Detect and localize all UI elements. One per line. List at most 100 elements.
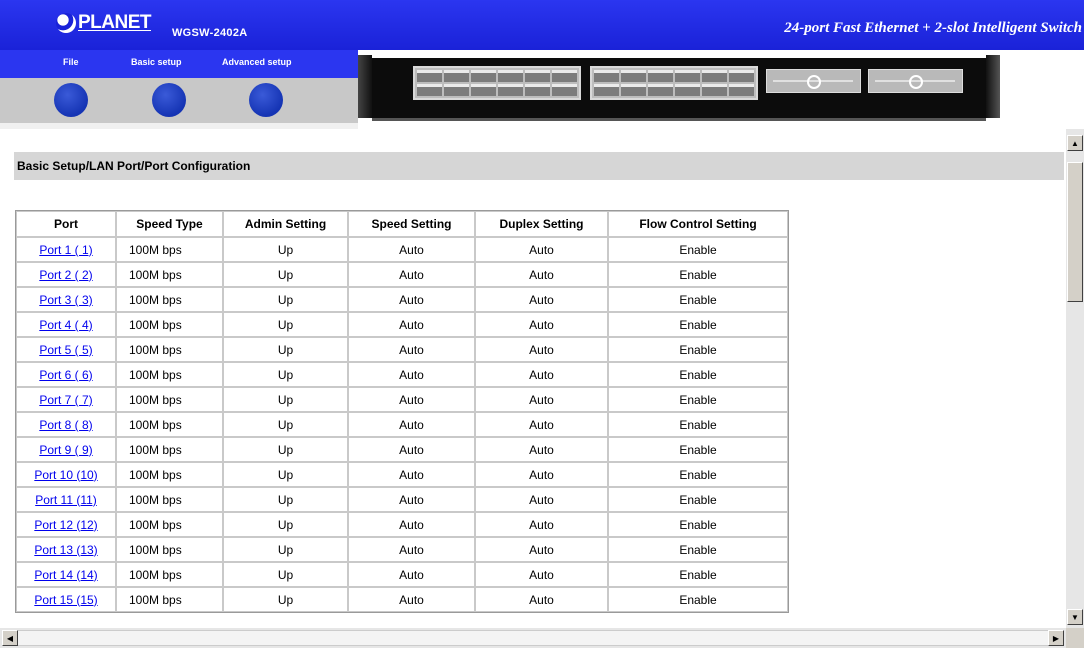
port-cell: Port 10 (10) xyxy=(16,462,116,487)
port-cell: Port 7 ( 7) xyxy=(16,387,116,412)
scroll-right-arrow-icon[interactable]: ▶ xyxy=(1048,630,1064,646)
table-row: Port 15 (15) 100M bps Up Auto Auto Enable xyxy=(16,587,788,612)
flow-control-cell: Enable xyxy=(608,312,788,337)
speed-setting-cell: Auto xyxy=(348,362,475,387)
duplex-setting-cell: Auto xyxy=(475,487,608,512)
panel-right-edge xyxy=(986,55,1000,118)
vertical-scrollbar[interactable]: ▲ ▼ xyxy=(1066,129,1084,628)
port-configuration-table: Port Speed Type Admin Setting Speed Sett… xyxy=(15,210,789,613)
port-link[interactable]: Port 7 ( 7) xyxy=(39,393,92,407)
menu-file-label[interactable]: File xyxy=(63,57,79,67)
port-link[interactable]: Port 2 ( 2) xyxy=(39,268,92,282)
table-row: Port 1 ( 1) 100M bps Up Auto Auto Enable xyxy=(16,237,788,262)
port-link[interactable]: Port 15 (15) xyxy=(34,593,97,607)
product-tagline: 24-port Fast Ethernet + 2-slot Intellige… xyxy=(784,20,1082,36)
duplex-setting-cell: Auto xyxy=(475,362,608,387)
column-header-speed-type: Speed Type xyxy=(116,211,223,237)
advanced-setup-menu-icon[interactable] xyxy=(249,83,283,117)
admin-setting-cell: Up xyxy=(223,462,348,487)
menu-advanced-setup-label[interactable]: Advanced setup xyxy=(222,57,292,67)
flow-control-cell: Enable xyxy=(608,412,788,437)
duplex-setting-cell: Auto xyxy=(475,462,608,487)
flow-control-cell: Enable xyxy=(608,437,788,462)
port-link[interactable]: Port 14 (14) xyxy=(34,568,97,582)
port-cell: Port 5 ( 5) xyxy=(16,337,116,362)
table-row: Port 13 (13) 100M bps Up Auto Auto Enable xyxy=(16,537,788,562)
flow-control-cell: Enable xyxy=(608,387,788,412)
admin-setting-cell: Up xyxy=(223,387,348,412)
port-link[interactable]: Port 4 ( 4) xyxy=(39,318,92,332)
vertical-scroll-thumb[interactable] xyxy=(1067,162,1083,302)
port-link[interactable]: Port 10 (10) xyxy=(34,468,97,482)
speed-setting-cell: Auto xyxy=(348,487,475,512)
port-cell: Port 8 ( 8) xyxy=(16,412,116,437)
admin-setting-cell: Up xyxy=(223,337,348,362)
column-header-flow-control-setting: Flow Control Setting xyxy=(608,211,788,237)
flow-control-cell: Enable xyxy=(608,462,788,487)
port-link[interactable]: Port 12 (12) xyxy=(34,518,97,532)
column-header-speed-setting: Speed Setting xyxy=(348,211,475,237)
speed-type-cell: 100M bps xyxy=(116,287,223,312)
admin-setting-cell: Up xyxy=(223,362,348,387)
flow-control-cell: Enable xyxy=(608,287,788,312)
header-bar: PLANET WGSW-2402A 24-port Fast Ethernet … xyxy=(0,0,1084,50)
speed-setting-cell: Auto xyxy=(348,562,475,587)
flow-control-cell: Enable xyxy=(608,262,788,287)
duplex-setting-cell: Auto xyxy=(475,512,608,537)
port-link[interactable]: Port 13 (13) xyxy=(34,543,97,557)
port-link[interactable]: Port 5 ( 5) xyxy=(39,343,92,357)
table-row: Port 6 ( 6) 100M bps Up Auto Auto Enable xyxy=(16,362,788,387)
speed-type-cell: 100M bps xyxy=(116,437,223,462)
port-cell: Port 13 (13) xyxy=(16,537,116,562)
port-link[interactable]: Port 6 ( 6) xyxy=(39,368,92,382)
speed-type-cell: 100M bps xyxy=(116,462,223,487)
duplex-setting-cell: Auto xyxy=(475,537,608,562)
table-header-row: Port Speed Type Admin Setting Speed Sett… xyxy=(16,211,788,237)
port-cell: Port 12 (12) xyxy=(16,512,116,537)
port-cell: Port 14 (14) xyxy=(16,562,116,587)
port-link[interactable]: Port 1 ( 1) xyxy=(39,243,92,257)
scroll-down-arrow-icon[interactable]: ▼ xyxy=(1067,609,1083,625)
flow-control-cell: Enable xyxy=(608,512,788,537)
duplex-setting-cell: Auto xyxy=(475,412,608,437)
speed-setting-cell: Auto xyxy=(348,287,475,312)
duplex-setting-cell: Auto xyxy=(475,262,608,287)
port-cell: Port 3 ( 3) xyxy=(16,287,116,312)
speed-type-cell: 100M bps xyxy=(116,587,223,612)
port-link[interactable]: Port 8 ( 8) xyxy=(39,418,92,432)
speed-type-cell: 100M bps xyxy=(116,512,223,537)
menu-basic-setup-label[interactable]: Basic setup xyxy=(131,57,182,67)
table-row: Port 8 ( 8) 100M bps Up Auto Auto Enable xyxy=(16,412,788,437)
port-rows: Port 1 ( 1) 100M bps Up Auto Auto Enable Port … xyxy=(16,237,788,612)
flow-control-cell: Enable xyxy=(608,487,788,512)
speed-setting-cell: Auto xyxy=(348,437,475,462)
basic-setup-menu-icon[interactable] xyxy=(152,83,186,117)
table-row: Port 5 ( 5) 100M bps Up Auto Auto Enable xyxy=(16,337,788,362)
port-link[interactable]: Port 11 (11) xyxy=(35,493,97,507)
duplex-setting-cell: Auto xyxy=(475,337,608,362)
admin-setting-cell: Up xyxy=(223,537,348,562)
speed-setting-cell: Auto xyxy=(348,412,475,437)
scroll-up-arrow-icon[interactable]: ▲ xyxy=(1067,135,1083,151)
file-menu-icon[interactable] xyxy=(54,83,88,117)
admin-setting-cell: Up xyxy=(223,437,348,462)
scrollbar-corner xyxy=(1066,628,1084,648)
column-header-duplex-setting: Duplex Setting xyxy=(475,211,608,237)
duplex-setting-cell: Auto xyxy=(475,587,608,612)
table-row: Port 7 ( 7) 100M bps Up Auto Auto Enable xyxy=(16,387,788,412)
panel-left-edge xyxy=(358,55,372,118)
admin-setting-cell: Up xyxy=(223,487,348,512)
speed-type-cell: 100M bps xyxy=(116,337,223,362)
model-name: WGSW-2402A xyxy=(172,27,248,39)
horizontal-scrollbar[interactable]: ◀ ▶ xyxy=(0,628,1084,648)
table-row: Port 2 ( 2) 100M bps Up Auto Auto Enable xyxy=(16,262,788,287)
speed-setting-cell: Auto xyxy=(348,262,475,287)
horizontal-scroll-track[interactable] xyxy=(2,630,1050,646)
flow-control-cell: Enable xyxy=(608,362,788,387)
speed-type-cell: 100M bps xyxy=(116,262,223,287)
scroll-left-arrow-icon[interactable]: ◀ xyxy=(2,630,18,646)
flow-control-cell: Enable xyxy=(608,237,788,262)
port-link[interactable]: Port 9 ( 9) xyxy=(39,443,92,457)
flow-control-cell: Enable xyxy=(608,537,788,562)
port-link[interactable]: Port 3 ( 3) xyxy=(39,293,92,307)
